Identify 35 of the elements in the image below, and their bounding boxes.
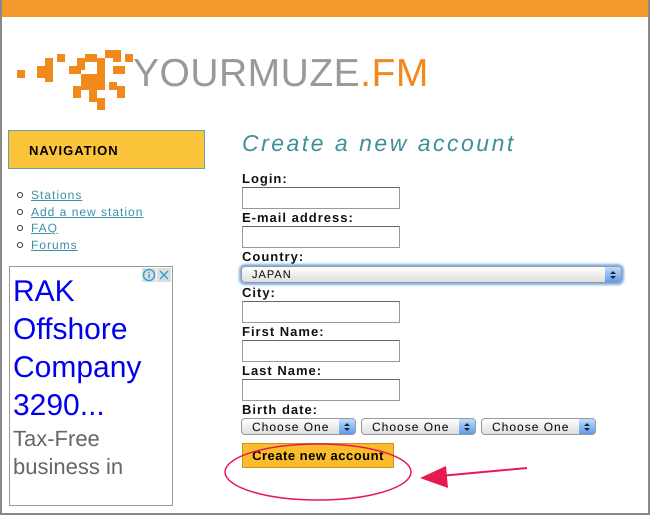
- stepper-icon: [339, 419, 355, 434]
- field-label: Country:: [242, 249, 306, 264]
- field-label: Login:: [242, 171, 289, 186]
- logo-icon: [17, 50, 133, 110]
- nav-link[interactable]: Add a new station: [31, 204, 144, 219]
- logo-text: YOURMUZE.FM: [133, 52, 429, 96]
- nav-link[interactable]: Stations: [31, 188, 82, 202]
- nav-link[interactable]: FAQ: [31, 221, 58, 236]
- date-select[interactable]: Choose One: [481, 418, 596, 435]
- navigation-header: NAVIGATION: [8, 130, 205, 169]
- page-heading: Create a new account: [242, 130, 517, 157]
- input-field[interactable]: [242, 379, 400, 401]
- bullet-icon: [17, 208, 23, 215]
- input-field[interactable]: [242, 340, 400, 362]
- bullet-icon: [17, 192, 23, 198]
- stepper-icon: [579, 419, 595, 434]
- date-select[interactable]: Choose One: [361, 418, 476, 435]
- input-field[interactable]: [242, 301, 400, 323]
- field-label: E-mail address:: [242, 210, 355, 225]
- ad-text: Tax-Free business in: [13, 425, 124, 481]
- create-account-button[interactable]: Create new account: [242, 443, 394, 468]
- country-select[interactable]: JAPAN: [241, 266, 622, 283]
- field-label: Last Name:: [242, 363, 324, 378]
- ad-headline[interactable]: RAK Offshore Company 3290...: [13, 273, 172, 425]
- bullet-icon: [17, 242, 23, 248]
- input-field[interactable]: [242, 187, 400, 209]
- bullet-icon: [17, 225, 23, 232]
- stepper-icon: [605, 267, 621, 282]
- field-label: City:: [242, 285, 277, 300]
- field-label: Birth date:: [242, 402, 319, 417]
- date-select[interactable]: Choose One: [241, 418, 356, 435]
- stepper-icon: [459, 419, 475, 434]
- input-field[interactable]: [242, 226, 400, 248]
- nav-link[interactable]: Forums: [31, 238, 78, 252]
- field-label: First Name:: [242, 324, 326, 339]
